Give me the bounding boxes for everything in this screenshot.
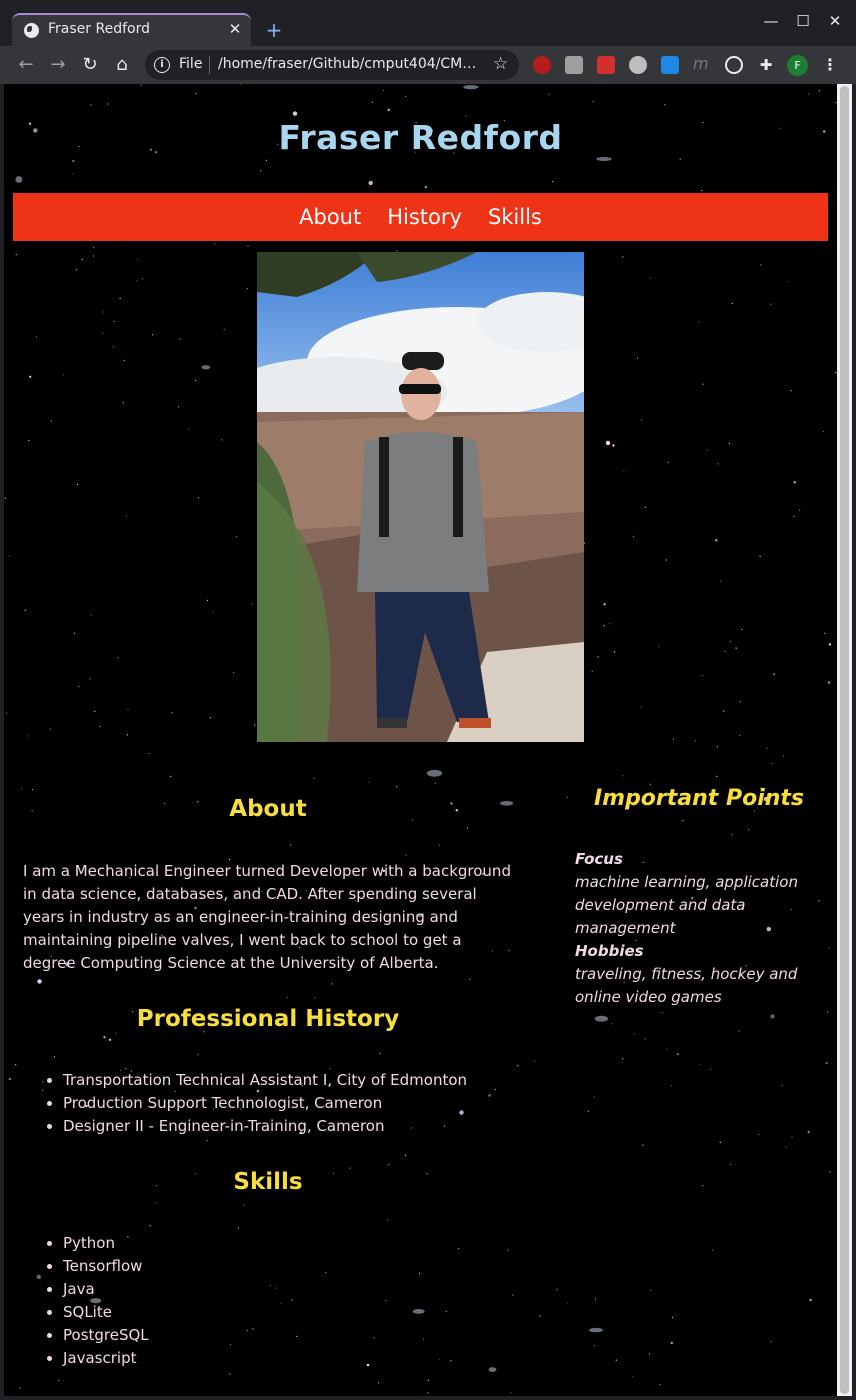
home-icon[interactable]: ⌂ (109, 52, 135, 78)
focus-value: machine learning, application developmen… (575, 873, 798, 937)
profile-avatar[interactable]: F (787, 55, 808, 76)
video-extension-icon[interactable] (597, 56, 615, 74)
ghost-extension-icon[interactable] (629, 56, 647, 74)
history-heading: Professional History (136, 1006, 400, 1032)
tab-strip: Fraser Redford ✕ + — ☐ ✕ (0, 0, 856, 46)
list-item: Transportation Technical Assistant I, Ci… (63, 1069, 467, 1092)
list-item: Designer II - Engineer-in-Training, Came… (63, 1115, 467, 1138)
skills-heading: Skills (233, 1169, 303, 1195)
close-window-icon[interactable]: ✕ (825, 12, 845, 30)
target-extension-icon[interactable] (725, 56, 743, 74)
about-heading: About (229, 796, 307, 822)
info-icon[interactable]: i (154, 57, 170, 73)
list-item: SQLite (63, 1301, 149, 1324)
scrollbar-thumb[interactable] (840, 86, 849, 1394)
history-list: Transportation Technical Assistant I, Ci… (63, 1069, 467, 1138)
close-tab-icon[interactable]: ✕ (227, 20, 243, 38)
back-icon[interactable]: ← (13, 52, 39, 78)
list-item: Tensorflow (63, 1255, 149, 1278)
nav-link-history[interactable]: History (387, 205, 462, 229)
list-item: Java (63, 1278, 149, 1301)
page-viewport: Fraser Redford About History Skills Abou… (4, 84, 837, 1396)
star-icon[interactable]: ☆ (493, 54, 508, 74)
about-text: I am a Mechanical Engineer turned Develo… (23, 862, 511, 972)
new-tab-button[interactable]: + (262, 19, 286, 43)
globe-icon (24, 23, 39, 38)
list-item: Python (63, 1232, 149, 1255)
ublock-extension-icon[interactable] (533, 56, 551, 74)
list-item: Production Support Technologist, Cameron (63, 1092, 467, 1115)
focus-term: Focus (575, 850, 623, 868)
nav-link-skills[interactable]: Skills (488, 205, 542, 229)
forward-icon[interactable]: → (45, 52, 71, 78)
blue-extension-icon[interactable] (661, 56, 679, 74)
browser-toolbar: ← → ↻ ⌂ i File /home/fraser/Github/cmput… (0, 46, 856, 84)
css-extension-icon[interactable] (565, 56, 583, 74)
address-bar[interactable]: i File /home/fraser/Github/cmput404/CMP…… (145, 50, 519, 80)
navbar: About History Skills (13, 193, 828, 241)
url-scheme: File (179, 56, 203, 72)
m-extension-icon[interactable]: m (693, 56, 711, 74)
list-item: PostgreSQL (63, 1324, 149, 1347)
page-scrollbar[interactable] (837, 84, 852, 1396)
skills-list: Python Tensorflow Java SQLite PostgreSQL… (63, 1232, 149, 1370)
important-points: Focus machine learning, application deve… (575, 848, 815, 1009)
minimize-icon[interactable]: — (761, 12, 781, 30)
profile-photo (257, 252, 584, 742)
list-item: Javascript (63, 1347, 149, 1370)
hobbies-term: Hobbies (575, 942, 644, 960)
menu-icon[interactable]: ⋮ (822, 55, 838, 74)
hobbies-value: traveling, fitness, hockey and online vi… (575, 965, 798, 1006)
browser-tab[interactable]: Fraser Redford ✕ (12, 13, 251, 46)
tab-title: Fraser Redford (48, 21, 150, 37)
page-title: Fraser Redford (278, 118, 563, 157)
maximize-icon[interactable]: ☐ (793, 12, 813, 30)
nav-link-about[interactable]: About (299, 205, 361, 229)
important-points-heading: Important Points (593, 786, 805, 811)
url-separator (209, 56, 210, 74)
extensions-icon[interactable]: ✚ (757, 56, 775, 74)
reload-icon[interactable]: ↻ (77, 52, 103, 78)
url-text[interactable]: /home/fraser/Github/cmput404/CMP… (218, 56, 478, 72)
